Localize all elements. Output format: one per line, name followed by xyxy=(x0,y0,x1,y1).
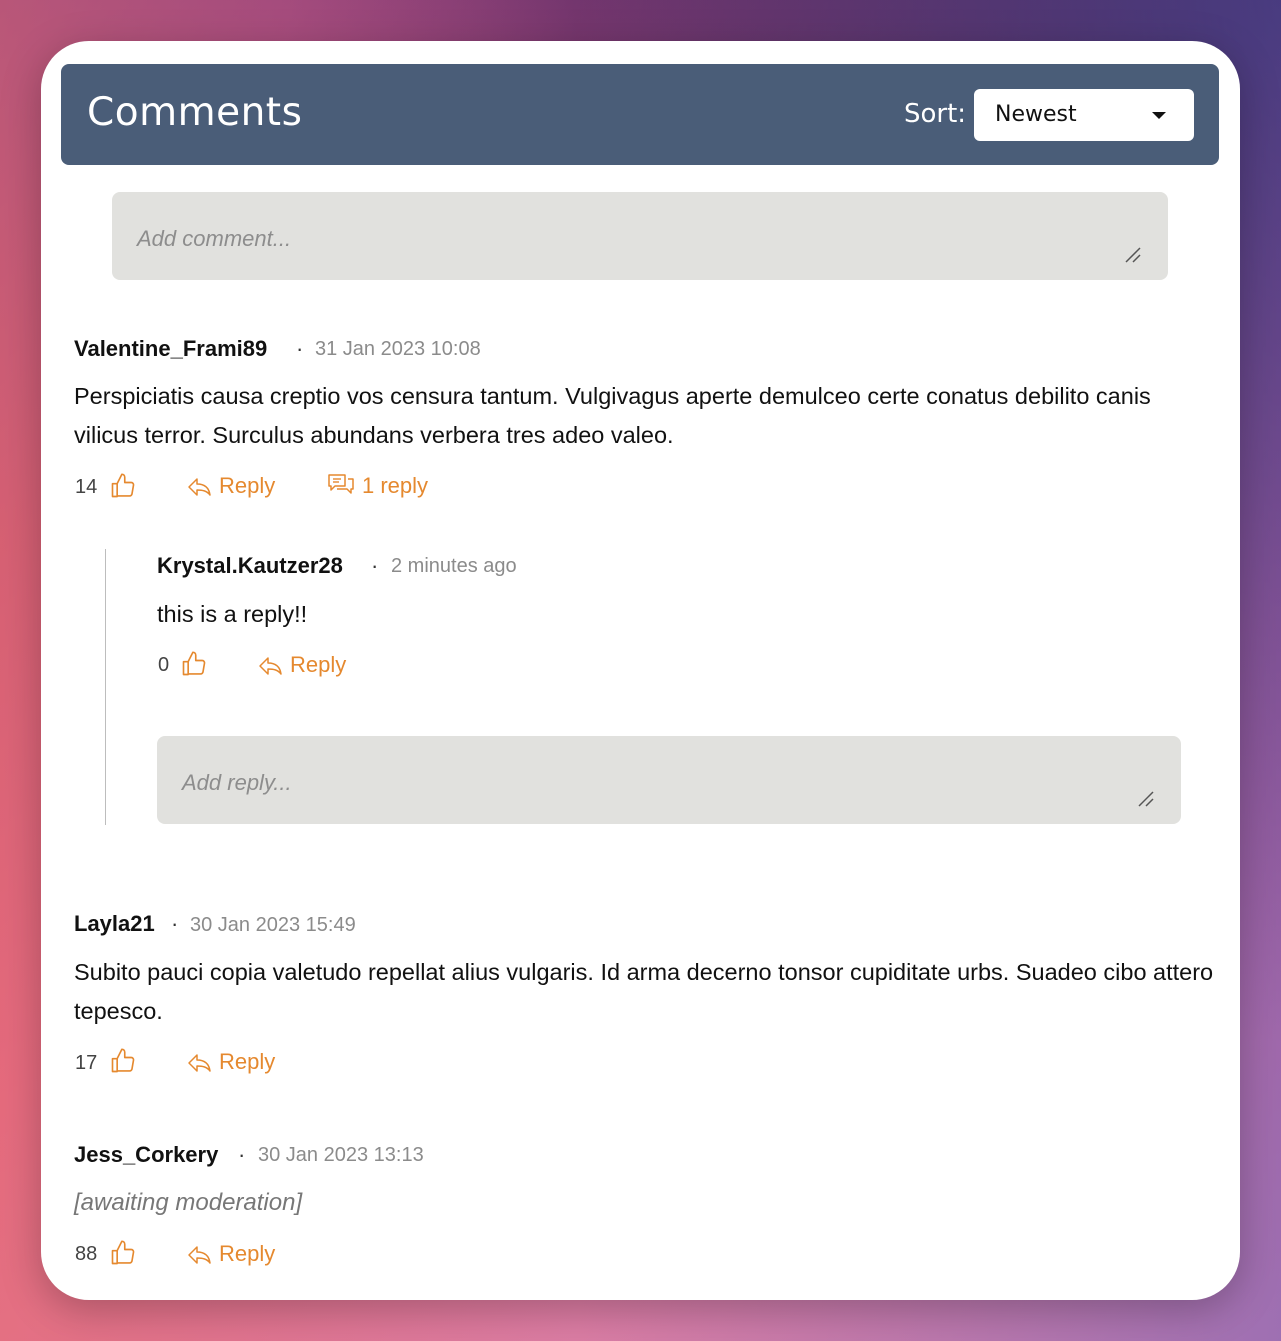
add-reply-placeholder: Add reply... xyxy=(182,770,292,795)
page-title: Comments xyxy=(87,90,303,135)
like-count: 0 xyxy=(158,654,170,676)
meta-separator: · xyxy=(296,336,304,361)
add-comment-input[interactable]: Add comment... xyxy=(112,192,1168,280)
like-count: 88 xyxy=(75,1243,98,1265)
comments-card: Comments Sort: Newest Add comment... Val… xyxy=(41,41,1240,1300)
meta-separator: · xyxy=(171,911,179,936)
reply-arrow-icon xyxy=(259,657,282,675)
reply-arrow-icon xyxy=(188,478,211,496)
sort-select[interactable]: Newest xyxy=(974,89,1194,141)
add-reply-input[interactable]: Add reply... xyxy=(157,736,1181,824)
comment-author[interactable]: Layla21 xyxy=(74,911,155,937)
reply-arrow-icon xyxy=(188,1054,211,1072)
thumbs-up-icon[interactable] xyxy=(109,472,137,500)
thumbs-up-icon[interactable] xyxy=(109,1239,137,1267)
sort-selected-value: Newest xyxy=(995,102,1077,127)
resize-handle-icon[interactable] xyxy=(1137,790,1155,808)
thread-line xyxy=(105,549,106,825)
sort-label: Sort: xyxy=(904,99,967,129)
comment-date: 30 Jan 2023 15:49 xyxy=(190,914,356,936)
meta-separator: · xyxy=(238,1142,246,1167)
comment-body: Perspiciatis causa creptio vos censura t… xyxy=(74,383,1151,448)
meta-separator: · xyxy=(371,553,379,578)
comment-body: Subito pauci copia valetudo repellat ali… xyxy=(74,959,1214,1024)
show-replies-label: 1 reply xyxy=(362,473,429,498)
comment-author[interactable]: Valentine_Frami89 xyxy=(74,336,267,362)
reply-arrow-icon xyxy=(188,1246,211,1264)
reply-button-label: Reply xyxy=(219,473,276,498)
reply-button-label: Reply xyxy=(219,1241,276,1266)
chat-bubbles-icon xyxy=(328,474,354,494)
moderation-notice: [awaiting moderation] xyxy=(74,1189,303,1216)
like-count: 17 xyxy=(75,1052,98,1074)
thumbs-up-icon[interactable] xyxy=(109,1047,137,1075)
comment-date: 31 Jan 2023 10:08 xyxy=(315,338,481,360)
reply-date: 2 minutes ago xyxy=(391,555,517,577)
add-comment-placeholder: Add comment... xyxy=(137,226,292,251)
reply-author[interactable]: Krystal.Kautzer28 xyxy=(157,553,343,579)
comment-author[interactable]: Jess_Corkery xyxy=(74,1142,218,1168)
thumbs-up-icon[interactable] xyxy=(180,650,208,678)
resize-handle-icon[interactable] xyxy=(1124,246,1142,264)
comment-date: 30 Jan 2023 13:13 xyxy=(258,1144,424,1166)
reply-button-label: Reply xyxy=(219,1049,276,1074)
reply-body: this is a reply!! xyxy=(157,601,308,627)
reply-button-label: Reply xyxy=(290,652,347,677)
caret-down-icon xyxy=(1152,112,1166,119)
like-count: 14 xyxy=(75,476,98,498)
comments-header: Comments Sort: Newest xyxy=(61,64,1219,165)
